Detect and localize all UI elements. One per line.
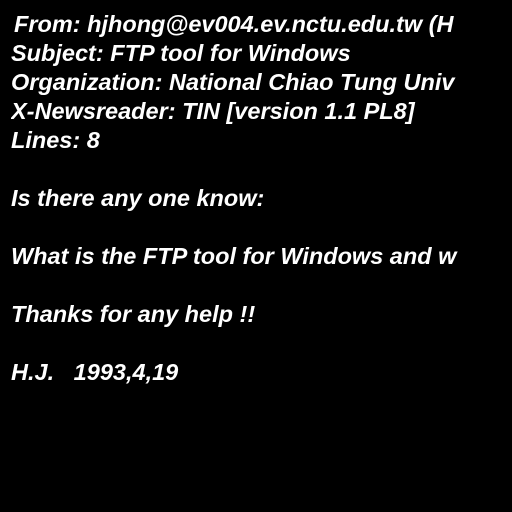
- newsgroup-post-page: From: hjhong@ev004.ev.nctu.edu.tw (H Sub…: [0, 0, 512, 512]
- body-question: What is the FTP tool for Windows and w: [11, 243, 457, 269]
- header-lines: Lines: 8: [11, 127, 100, 153]
- header-from: From: hjhong@ev004.ev.nctu.edu.tw (H: [14, 11, 454, 37]
- body-signature: H.J. 1993,4,19: [11, 359, 179, 385]
- header-subject: Subject: FTP tool for Windows: [11, 40, 351, 66]
- header-newsreader: X-Newsreader: TIN [version 1.1 PL8]: [11, 98, 415, 124]
- body-thanks: Thanks for any help !!: [11, 301, 256, 327]
- post-text-area: From: hjhong@ev004.ev.nctu.edu.tw (H Sub…: [11, 10, 512, 387]
- body-question-intro: Is there any one know:: [11, 185, 265, 211]
- header-organization: Organization: National Chiao Tung Univ: [11, 69, 455, 95]
